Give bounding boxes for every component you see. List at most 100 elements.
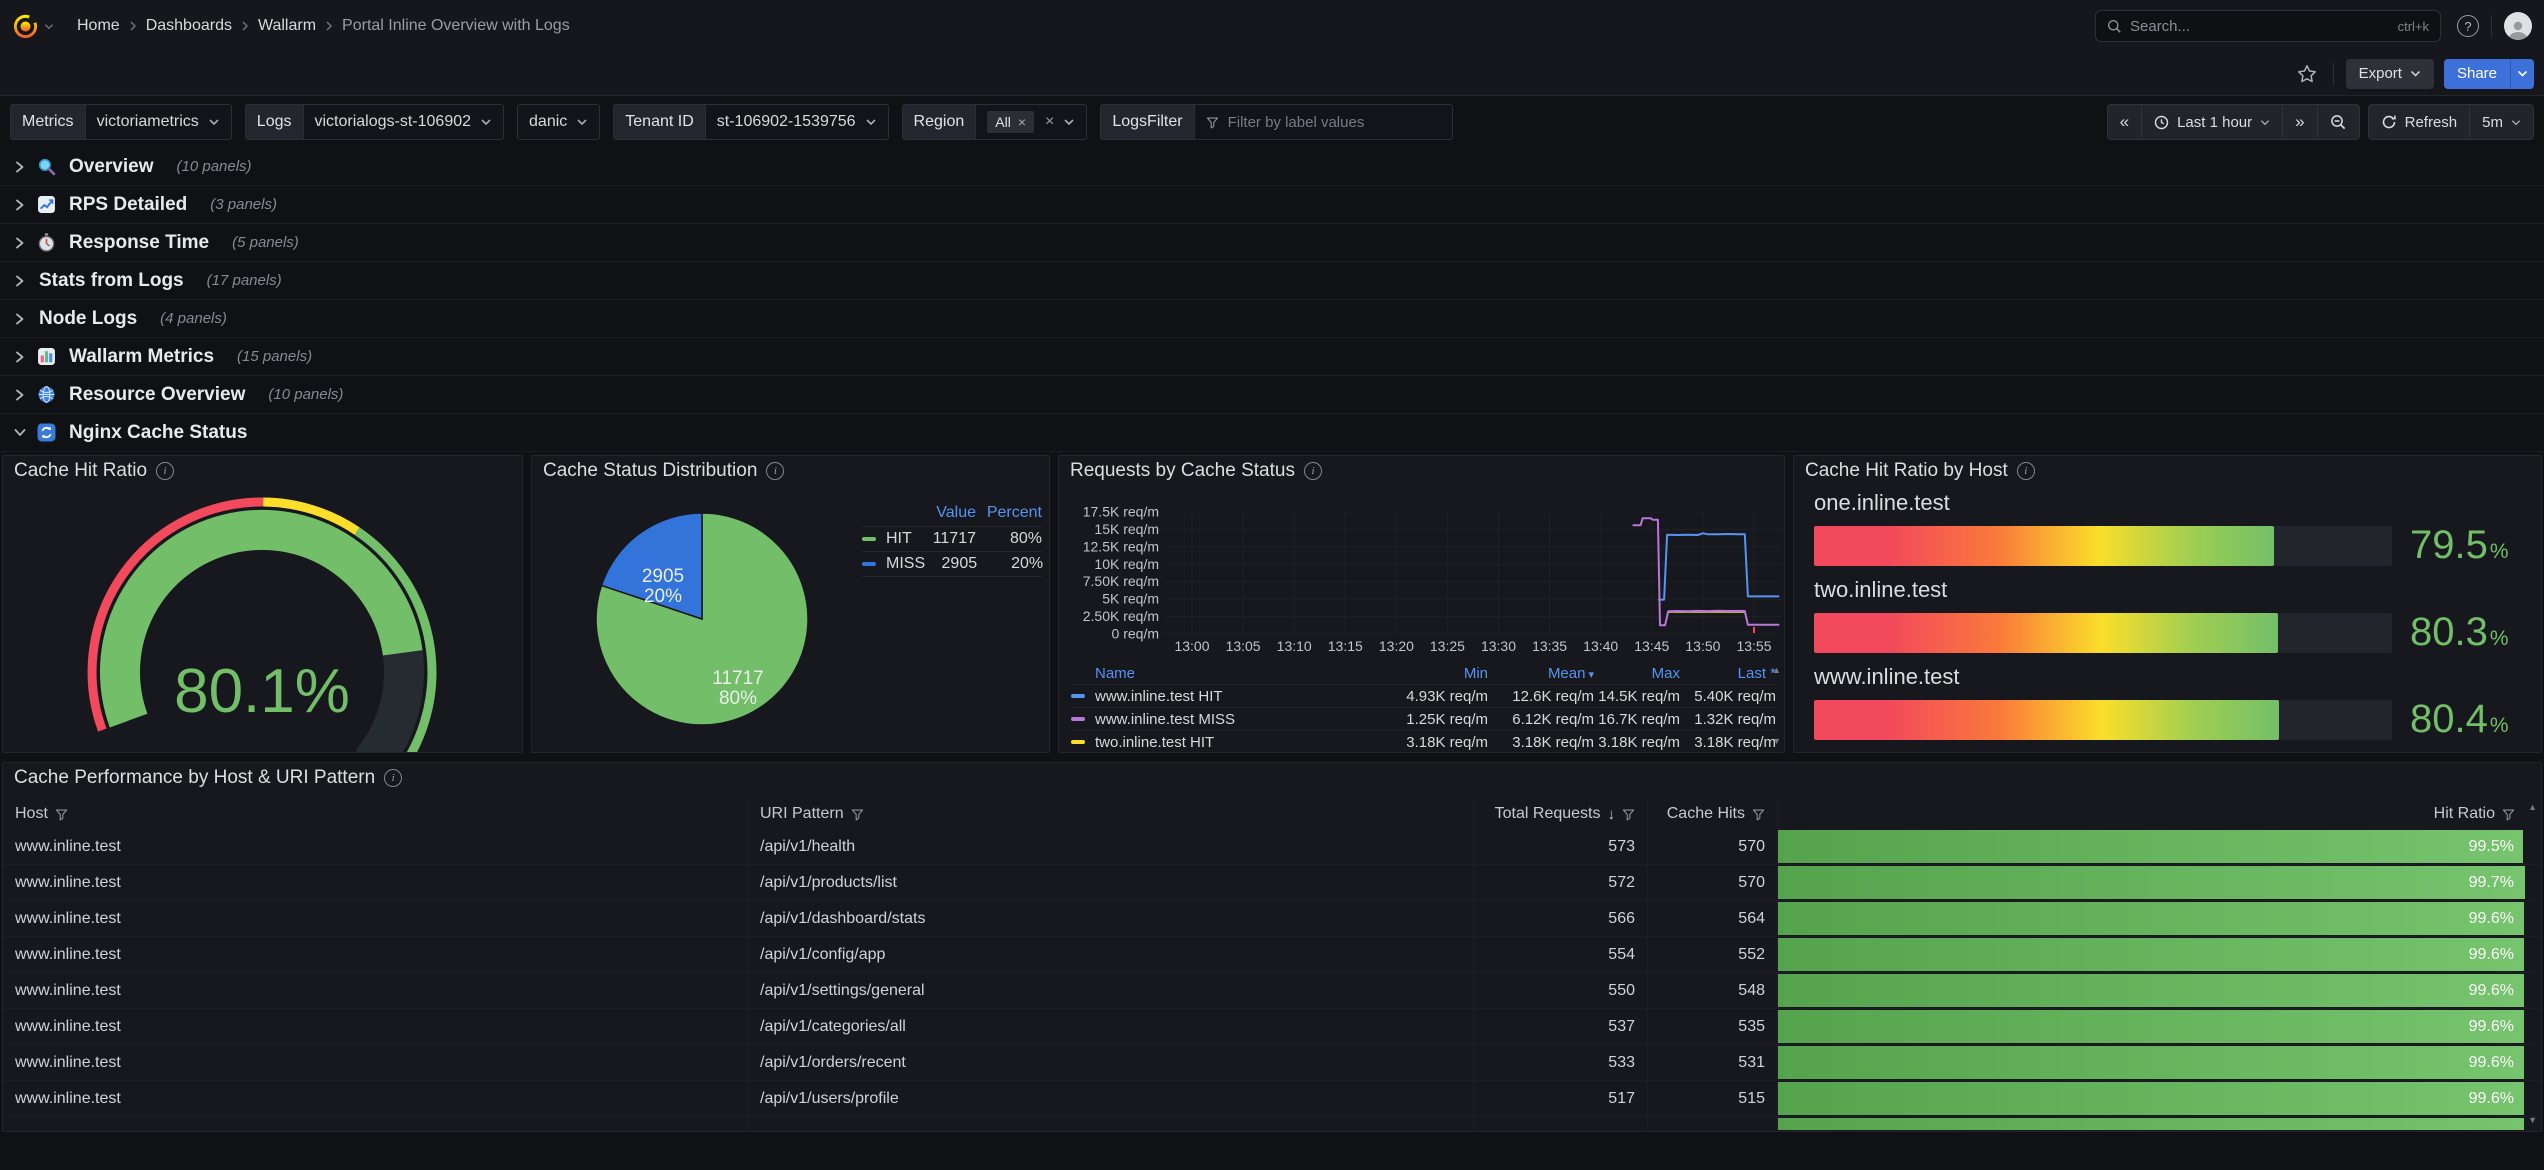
scroll-down-icon[interactable] bbox=[1772, 737, 1781, 746]
breadcrumb-item[interactable]: Portal Inline Overview with Logs bbox=[342, 17, 570, 35]
variable-region: RegionAll×× bbox=[902, 104, 1088, 140]
cell-uri-pattern: /api/v1/users/profile bbox=[747, 1081, 1473, 1116]
cell-hit-ratio: 99.7% bbox=[1777, 865, 2527, 900]
dashboard-row-rps-detailed[interactable]: RPS Detailed(3 panels) bbox=[0, 186, 2544, 224]
legend-column-min[interactable]: Min bbox=[1386, 665, 1488, 682]
time-range-picker[interactable]: Last 1 hour bbox=[2141, 105, 2282, 139]
breadcrumb-item[interactable]: Home bbox=[77, 17, 120, 35]
grafana-logo[interactable] bbox=[12, 12, 40, 40]
panel-title[interactable]: Cache Hit Ratio bbox=[14, 460, 147, 482]
time-range-back-button[interactable] bbox=[2108, 105, 2141, 139]
chevron-right-icon bbox=[13, 198, 27, 212]
share-dropdown-button[interactable] bbox=[2510, 59, 2534, 89]
hit-ratio-bar bbox=[1778, 902, 2524, 935]
info-icon[interactable] bbox=[1304, 462, 1322, 480]
breadcrumb-item[interactable]: Dashboards bbox=[146, 17, 232, 35]
legend-mean: 6.12K req/m bbox=[1488, 711, 1594, 728]
legend-mean: 3.18K req/m bbox=[1488, 734, 1594, 751]
legend-percent: 80% bbox=[976, 530, 1042, 548]
svg-text:13:35: 13:35 bbox=[1532, 638, 1567, 654]
variable-logs: Logsvictorialogs-st-106902 bbox=[245, 104, 504, 140]
info-icon[interactable] bbox=[2017, 462, 2035, 480]
legend-column-percent[interactable]: Percent bbox=[976, 504, 1042, 522]
star-icon[interactable] bbox=[2297, 64, 2317, 84]
filter-icon[interactable] bbox=[851, 808, 864, 821]
column-header-cache-hits[interactable]: Cache Hits bbox=[1647, 799, 1777, 829]
bar-gauge-unit: % bbox=[2490, 714, 2509, 738]
remove-value-icon[interactable]: × bbox=[1018, 114, 1026, 130]
filter-icon[interactable] bbox=[2502, 808, 2515, 821]
legend-series-name[interactable]: two.inline.test HIT bbox=[1095, 734, 1386, 751]
svg-text:13:30: 13:30 bbox=[1481, 638, 1516, 654]
panel-title[interactable]: Cache Hit Ratio by Host bbox=[1805, 460, 2008, 482]
scroll-up-icon[interactable] bbox=[1772, 666, 1781, 675]
legend-column-max[interactable]: Max bbox=[1594, 665, 1680, 682]
legend-column-mean[interactable]: Mean▾ bbox=[1488, 665, 1594, 682]
variable-dropdown[interactable]: victorialogs-st-106902 bbox=[304, 105, 504, 139]
refresh-button[interactable]: Refresh bbox=[2369, 105, 2470, 139]
selected-value-chip[interactable]: All× bbox=[987, 111, 1034, 133]
hit-ratio-bar bbox=[1778, 974, 2524, 1007]
time-range-label: Last 1 hour bbox=[2177, 114, 2252, 131]
svg-text:13:55: 13:55 bbox=[1736, 638, 1771, 654]
dashboard-row-nginx-cache-status[interactable]: Nginx Cache Status bbox=[0, 414, 2544, 452]
info-icon[interactable] bbox=[384, 769, 402, 787]
panel-title[interactable]: Requests by Cache Status bbox=[1070, 460, 1295, 482]
variable-dropdown[interactable]: victoriametrics bbox=[86, 105, 231, 139]
export-button[interactable]: Export bbox=[2346, 59, 2434, 89]
info-icon[interactable] bbox=[766, 462, 784, 480]
row-panel-count: (10 panels) bbox=[268, 386, 343, 403]
info-icon[interactable] bbox=[156, 462, 174, 480]
svg-text:13:25: 13:25 bbox=[1430, 638, 1465, 654]
dashboard-row-overview[interactable]: Overview(10 panels) bbox=[0, 148, 2544, 186]
cell-hit-ratio bbox=[1777, 1117, 2527, 1130]
variable-dropdown[interactable]: Filter by label values bbox=[1195, 105, 1452, 139]
variable-dropdown[interactable]: danic bbox=[518, 105, 599, 139]
table-row: www.inline.test/api/v1/health57357099.5% bbox=[3, 829, 2541, 865]
legend-column-name[interactable]: Name bbox=[1095, 665, 1386, 682]
dashboard-row-wallarm-metrics[interactable]: Wallarm Metrics(15 panels) bbox=[0, 338, 2544, 376]
variable-label: Logs bbox=[246, 105, 304, 139]
cell-total-requests: 554 bbox=[1473, 937, 1647, 972]
legend-label[interactable]: HIT bbox=[882, 530, 924, 548]
scroll-down-icon[interactable] bbox=[2528, 1116, 2537, 1125]
help-icon[interactable] bbox=[2457, 15, 2479, 37]
dashboard-row-resource-overview[interactable]: Resource Overview(10 panels) bbox=[0, 376, 2544, 414]
svg-text:13:10: 13:10 bbox=[1277, 638, 1312, 654]
legend-series-name[interactable]: www.inline.test MISS bbox=[1095, 711, 1386, 728]
time-range-forward-button[interactable] bbox=[2282, 105, 2316, 139]
filter-icon[interactable] bbox=[55, 808, 68, 821]
filter-icon[interactable] bbox=[1622, 808, 1635, 821]
scroll-up-icon[interactable] bbox=[2528, 803, 2537, 812]
clear-selection-icon[interactable]: × bbox=[1045, 113, 1054, 131]
variable-dropdown[interactable]: st-106902-1539756 bbox=[706, 105, 888, 139]
filter-icon[interactable] bbox=[1752, 808, 1765, 821]
legend-column-value[interactable]: Value bbox=[924, 504, 976, 522]
share-button[interactable]: Share bbox=[2444, 59, 2510, 89]
cell-hit-ratio: 99.6% bbox=[1777, 1009, 2527, 1044]
avatar[interactable] bbox=[2504, 12, 2532, 40]
search-input[interactable]: Search... ctrl+k bbox=[2095, 10, 2441, 42]
panel-title[interactable]: Cache Performance by Host & URI Pattern bbox=[14, 767, 375, 789]
row-title: RPS Detailed bbox=[69, 194, 187, 216]
cell-uri-pattern: /api/v1/health bbox=[747, 829, 1473, 864]
column-header-hit-ratio[interactable]: Hit Ratio bbox=[1777, 799, 2527, 829]
cell-total-requests: 573 bbox=[1473, 829, 1647, 864]
zoom-out-button[interactable] bbox=[2317, 105, 2359, 139]
legend-label[interactable]: MISS bbox=[882, 555, 925, 573]
dashboard-row-node-logs[interactable]: Node Logs(4 panels) bbox=[0, 300, 2544, 338]
dashboard-row-stats-from-logs[interactable]: Stats from Logs(17 panels) bbox=[0, 262, 2544, 300]
dashboard-row-response-time[interactable]: Response Time(5 panels) bbox=[0, 224, 2544, 262]
column-header-total-requests[interactable]: Total Requests↓ bbox=[1473, 799, 1647, 829]
column-header-host[interactable]: Host bbox=[3, 799, 747, 829]
refresh-interval-dropdown[interactable]: 5m bbox=[2469, 105, 2533, 139]
legend-value: 2905 bbox=[925, 555, 977, 573]
legend-series-name[interactable]: www.inline.test HIT bbox=[1095, 688, 1386, 705]
cell-total-requests: 550 bbox=[1473, 973, 1647, 1008]
chevron-down-icon[interactable] bbox=[44, 23, 54, 30]
breadcrumb-item[interactable]: Wallarm bbox=[258, 17, 316, 35]
variable-dropdown[interactable]: All×× bbox=[976, 105, 1086, 139]
legend-column-last[interactable]: Last * bbox=[1680, 665, 1776, 682]
column-header-uri-pattern[interactable]: URI Pattern bbox=[747, 799, 1473, 829]
panel-title[interactable]: Cache Status Distribution bbox=[543, 460, 757, 482]
